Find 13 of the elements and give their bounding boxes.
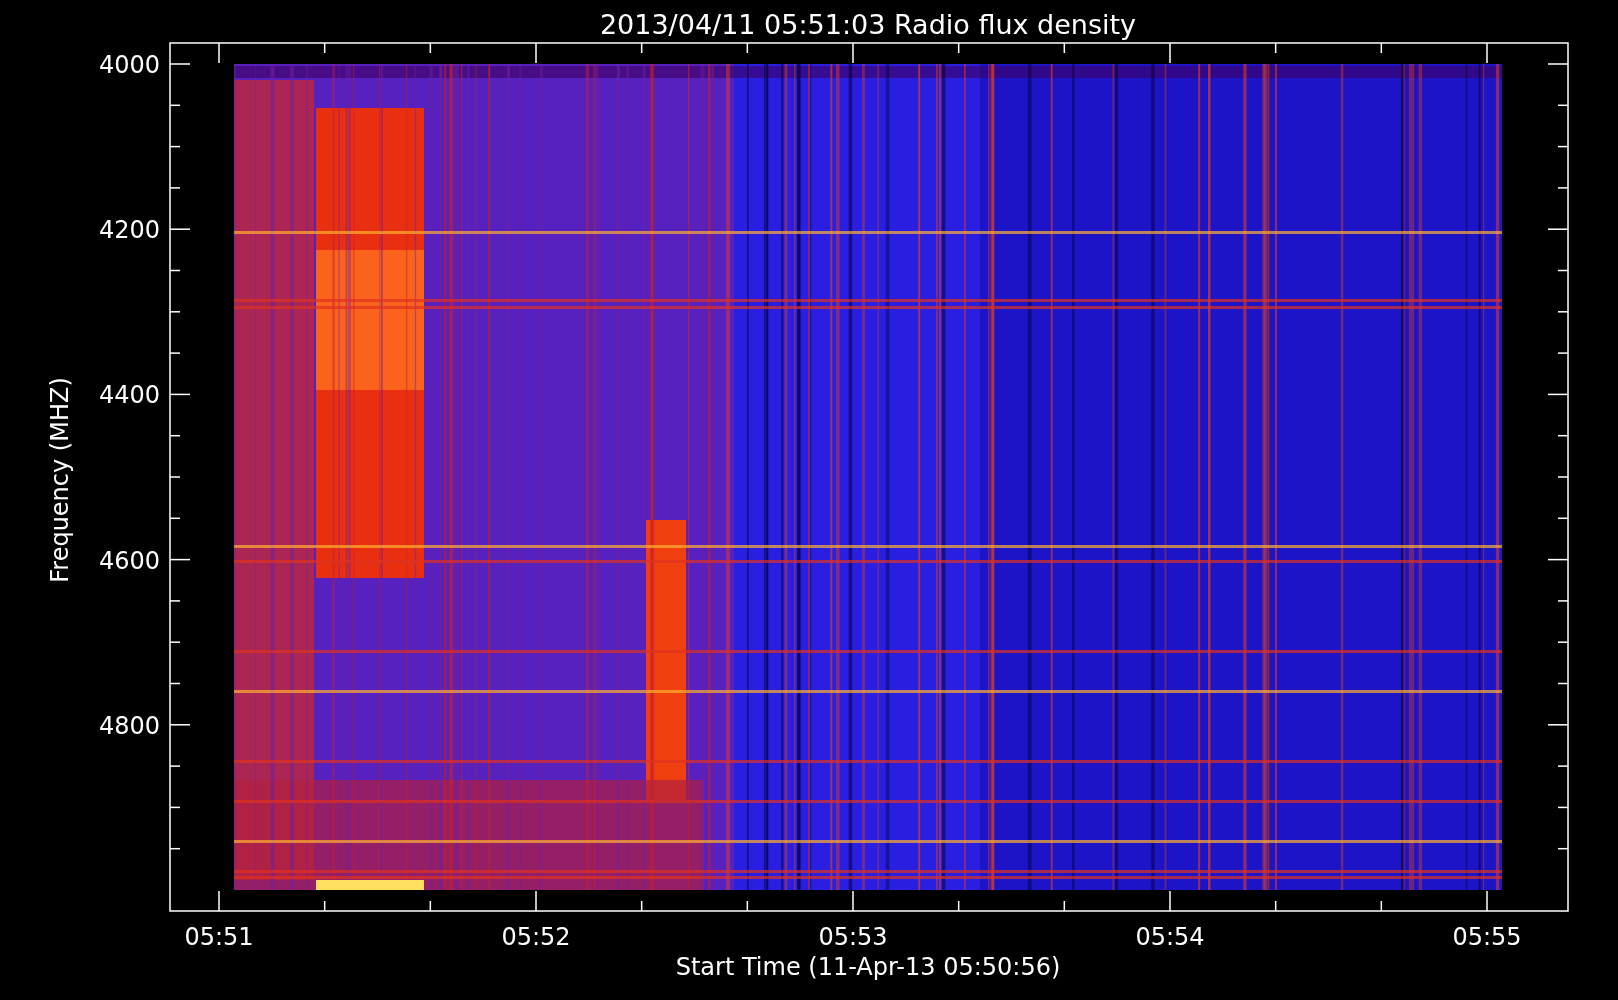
x-tick-label: 05:52 <box>501 923 571 951</box>
x-tick-label: 05:54 <box>1135 923 1205 951</box>
y-tick-label: 4600 <box>98 546 160 575</box>
chart-title: 2013/04/11 05:51:03 Radio flux density <box>599 9 1137 40</box>
x-tick-label: 05:55 <box>1452 923 1522 951</box>
x-tick-label: 05:51 <box>184 923 254 951</box>
y-tick-label: 4800 <box>98 711 160 740</box>
x-tick-label: 05:53 <box>818 923 888 951</box>
y-tick-label: 4200 <box>98 216 160 245</box>
y-tick-label: 4400 <box>98 381 160 410</box>
y-tick-label: 4000 <box>98 51 160 79</box>
x-axis-label: Start Time (11-Apr-13 05:50:56) <box>675 953 1061 981</box>
y-axis-label: Frequency (MHZ) <box>46 377 74 583</box>
